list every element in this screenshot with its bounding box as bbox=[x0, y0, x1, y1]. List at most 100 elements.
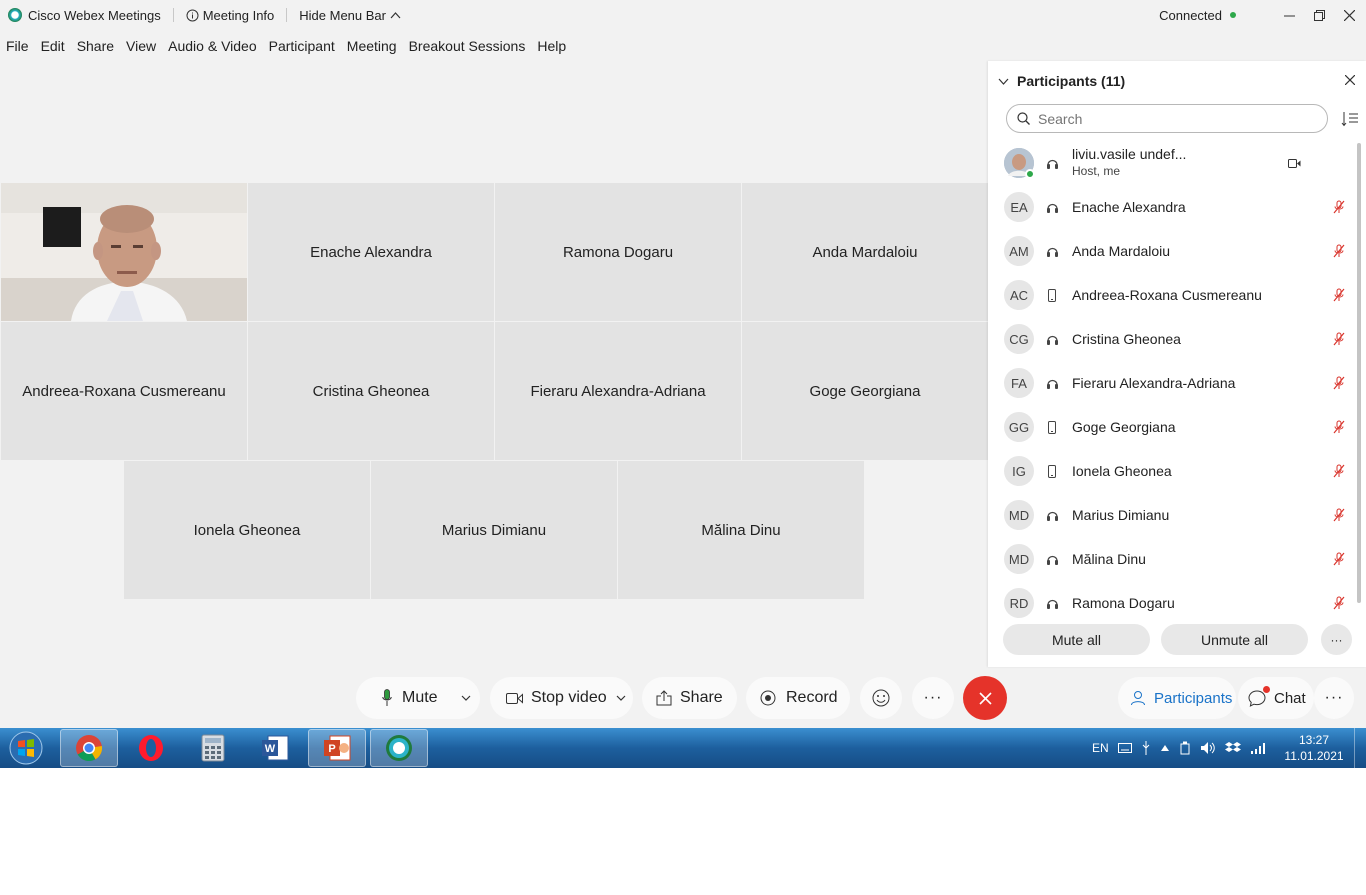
taskbar-opera[interactable] bbox=[122, 729, 180, 767]
participant-row[interactable]: RD Ramona Dogaru bbox=[1004, 583, 1349, 623]
sort-button[interactable] bbox=[1341, 111, 1359, 127]
audio-options-button[interactable] bbox=[458, 677, 474, 719]
menu-file[interactable]: File bbox=[0, 38, 35, 54]
participants-icon bbox=[1131, 691, 1145, 706]
participant-tile[interactable]: Cristina Gheonea bbox=[248, 322, 494, 460]
stop-video-button[interactable]: Stop video bbox=[490, 677, 607, 719]
show-hidden-icons-icon[interactable] bbox=[1160, 744, 1170, 752]
muted-microphone-icon[interactable] bbox=[1329, 508, 1349, 522]
menu-meeting[interactable]: Meeting bbox=[341, 38, 403, 54]
participant-tile[interactable]: Fieraru Alexandra-Adriana bbox=[495, 322, 741, 460]
word-icon: W bbox=[262, 735, 289, 761]
phone-icon bbox=[1044, 288, 1060, 302]
mute-all-button[interactable]: Mute all bbox=[1003, 624, 1150, 655]
taskbar-word[interactable]: W bbox=[246, 729, 304, 767]
participants-panel-header[interactable]: Participants (11) bbox=[998, 71, 1125, 91]
menu-help[interactable]: Help bbox=[531, 38, 572, 54]
participant-tile[interactable]: Anda Mardaloiu bbox=[742, 183, 988, 321]
mute-button[interactable]: Mute bbox=[356, 677, 438, 719]
self-video-tile[interactable] bbox=[1, 183, 247, 321]
dropbox-icon[interactable] bbox=[1224, 741, 1241, 755]
share-button[interactable]: Share bbox=[642, 677, 737, 719]
muted-microphone-icon[interactable] bbox=[1329, 376, 1349, 390]
minimize-button[interactable] bbox=[1274, 0, 1304, 30]
menu-view[interactable]: View bbox=[120, 38, 162, 54]
record-button[interactable]: Record bbox=[746, 677, 850, 719]
participant-tile[interactable]: Ionela Gheonea bbox=[124, 461, 370, 599]
avatar-initials: GG bbox=[1008, 419, 1030, 435]
participant-row[interactable]: AC Andreea-Roxana Cusmereanu bbox=[1004, 275, 1349, 315]
participant-tile[interactable]: Marius Dimianu bbox=[371, 461, 617, 599]
share-label: Share bbox=[680, 689, 723, 706]
menu-edit[interactable]: Edit bbox=[35, 38, 71, 54]
video-options-button[interactable] bbox=[613, 677, 629, 719]
participant-list-scrollbar[interactable] bbox=[1357, 143, 1361, 603]
participant-tile[interactable]: Enache Alexandra bbox=[248, 183, 494, 321]
restore-button[interactable] bbox=[1304, 0, 1334, 30]
close-window-button[interactable] bbox=[1334, 0, 1364, 30]
show-desktop-button[interactable] bbox=[1354, 728, 1366, 768]
avatar-initials: FA bbox=[1011, 375, 1027, 391]
keyboard-icon[interactable] bbox=[1117, 743, 1132, 753]
muted-microphone-icon[interactable] bbox=[1329, 596, 1349, 610]
participant-row[interactable]: CG Cristina Gheonea bbox=[1004, 319, 1349, 359]
participant-row[interactable]: EA Enache Alexandra bbox=[1004, 187, 1349, 227]
participant-tile[interactable]: Goge Georgiana bbox=[742, 322, 988, 460]
end-meeting-button[interactable] bbox=[963, 676, 1007, 720]
participant-row[interactable]: MD Mălina Dinu bbox=[1004, 539, 1349, 579]
muted-microphone-icon[interactable] bbox=[1329, 288, 1349, 302]
usb-device-icon[interactable] bbox=[1179, 741, 1191, 755]
headset-icon bbox=[1044, 245, 1060, 258]
volume-icon[interactable] bbox=[1200, 741, 1216, 755]
pen-icon[interactable] bbox=[1141, 741, 1151, 755]
menu-share[interactable]: Share bbox=[71, 38, 120, 54]
muted-microphone-icon[interactable] bbox=[1329, 200, 1349, 214]
taskbar-powerpoint[interactable]: P bbox=[308, 729, 366, 767]
muted-microphone-icon[interactable] bbox=[1329, 332, 1349, 346]
unmute-all-button[interactable]: Unmute all bbox=[1161, 624, 1308, 655]
taskbar-calculator[interactable] bbox=[184, 729, 242, 767]
phone-icon bbox=[1044, 420, 1060, 434]
chevron-down-icon bbox=[616, 695, 626, 701]
taskbar-clock[interactable]: 13:27 11.01.2021 bbox=[1278, 732, 1350, 764]
search-input[interactable] bbox=[1038, 110, 1298, 127]
participant-row[interactable]: FA Fieraru Alexandra-Adriana bbox=[1004, 363, 1349, 403]
start-button[interactable] bbox=[6, 730, 46, 766]
hide-menu-bar-button[interactable]: Hide Menu Bar bbox=[299, 8, 401, 23]
menu-audio-video[interactable]: Audio & Video bbox=[162, 38, 262, 54]
participant-row[interactable]: IG Ionela Gheonea bbox=[1004, 451, 1349, 491]
participant-row-host[interactable]: liviu.vasile undef... Host, me bbox=[1004, 142, 1349, 184]
participant-row[interactable]: MD Marius Dimianu bbox=[1004, 495, 1349, 535]
muted-microphone-icon[interactable] bbox=[1329, 552, 1349, 566]
menu-breakout-sessions[interactable]: Breakout Sessions bbox=[403, 38, 532, 54]
reactions-button[interactable] bbox=[860, 677, 902, 719]
chevron-down-icon bbox=[998, 78, 1009, 85]
muted-microphone-icon[interactable] bbox=[1329, 464, 1349, 478]
menu-participant[interactable]: Participant bbox=[263, 38, 341, 54]
participant-row[interactable]: GG Goge Georgiana bbox=[1004, 407, 1349, 447]
more-options-button[interactable]: ··· bbox=[912, 677, 954, 719]
chat-panel-button[interactable]: Chat bbox=[1238, 677, 1314, 719]
participant-tile[interactable]: Andreea-Roxana Cusmereanu bbox=[1, 322, 247, 460]
participant-tile[interactable]: Ramona Dogaru bbox=[495, 183, 741, 321]
close-panel-button[interactable] bbox=[1343, 73, 1357, 87]
taskbar-chrome[interactable] bbox=[60, 729, 118, 767]
network-signal-icon[interactable] bbox=[1250, 742, 1266, 754]
panel-options-button[interactable]: ··· bbox=[1321, 624, 1352, 655]
panel-more-button[interactable]: ··· bbox=[1314, 677, 1354, 719]
title-bar: Cisco Webex Meetings Meeting Info Hide M… bbox=[0, 0, 1366, 30]
meeting-info-button[interactable]: Meeting Info bbox=[186, 7, 275, 23]
taskbar-webex[interactable] bbox=[370, 729, 428, 767]
muted-microphone-icon[interactable] bbox=[1329, 244, 1349, 258]
connection-status: Connected bbox=[1159, 8, 1236, 23]
language-indicator[interactable]: EN bbox=[1092, 741, 1109, 755]
more-options-icon: ··· bbox=[923, 689, 943, 706]
muted-microphone-icon[interactable] bbox=[1329, 420, 1349, 434]
avatar bbox=[1004, 148, 1035, 179]
avatar-initials: CG bbox=[1009, 331, 1029, 347]
participants-panel-button[interactable]: Participants bbox=[1118, 677, 1236, 719]
meeting-info-label: Meeting Info bbox=[202, 7, 275, 23]
participant-row[interactable]: AM Anda Mardaloiu bbox=[1004, 231, 1349, 271]
participant-tile[interactable]: Mălina Dinu bbox=[618, 461, 864, 599]
tile-name: Mălina Dinu bbox=[701, 521, 781, 539]
